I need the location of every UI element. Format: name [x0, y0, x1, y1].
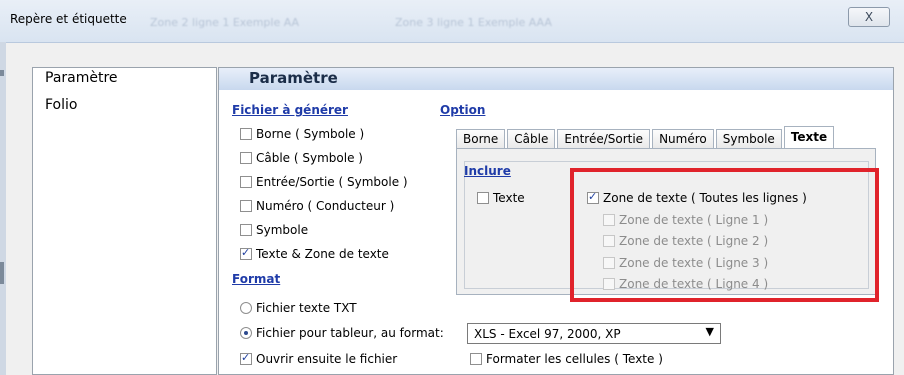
left-nav: Paramètre Folio: [32, 67, 217, 375]
window-edge-mark: [0, 262, 4, 284]
checkbox-cable[interactable]: Câble ( Symbole ): [240, 151, 363, 165]
checkbox[interactable]: [240, 128, 252, 140]
radio-label: Fichier pour tableur, au format:: [256, 326, 444, 340]
ghost-text: Zone 3 ligne 1 Exemple AAA: [395, 16, 552, 29]
checkbox-label: Symbole: [256, 223, 309, 237]
window-titlebar: Repère et étiquette Zone 2 ligne 1 Exemp…: [0, 0, 904, 43]
format-title: Format: [232, 272, 281, 286]
window-title: Repère et étiquette: [10, 12, 127, 26]
checkbox-label: Borne ( Symbole ): [256, 127, 365, 141]
tab-numero[interactable]: Numéro: [652, 129, 714, 148]
checkbox[interactable]: [240, 351, 252, 365]
checkbox-label: Formater les cellules ( Texte ): [486, 352, 663, 366]
tab-borne[interactable]: Borne: [456, 129, 506, 148]
checkbox-label: Texte & Zone de texte: [256, 247, 389, 261]
close-button[interactable]: X: [848, 7, 890, 27]
checkbox[interactable]: [240, 176, 252, 188]
tab-texte[interactable]: Texte: [783, 126, 835, 148]
window-edge: [0, 42, 6, 375]
checkbox-label: Ouvrir ensuite le fichier: [256, 352, 398, 366]
checkbox-label: Entrée/Sortie ( Symbole ): [256, 175, 408, 189]
highlight-box: [570, 168, 879, 302]
section-header: Paramètre: [219, 68, 893, 90]
radio-fichier-txt[interactable]: Fichier texte TXT: [240, 301, 357, 315]
format-select-value: XLS - Excel 97, 2000, XP: [474, 326, 621, 341]
radio-label: Fichier texte TXT: [256, 301, 357, 315]
checkbox[interactable]: [477, 192, 489, 204]
option-title: Option: [440, 103, 486, 117]
checkbox-texte-zone[interactable]: Texte & Zone de texte: [240, 246, 389, 261]
window-edge-mark: [0, 70, 4, 76]
nav-item-folio[interactable]: Folio: [45, 97, 77, 113]
checkbox-label: Texte: [493, 191, 525, 205]
checkbox-label: Numéro ( Conducteur ): [256, 199, 395, 213]
checkbox-borne[interactable]: Borne ( Symbole ): [240, 127, 364, 141]
checkbox-ouvrir[interactable]: Ouvrir ensuite le fichier: [240, 351, 398, 366]
checkbox-texte[interactable]: Texte: [477, 191, 525, 205]
inclure-title: Inclure: [464, 164, 511, 178]
format-select[interactable]: XLS - Excel 97, 2000, XP ▼: [467, 323, 721, 344]
tab-cable[interactable]: Câble: [507, 129, 556, 148]
radio[interactable]: [240, 327, 252, 339]
checkbox-label: Câble ( Symbole ): [256, 151, 363, 165]
checkbox-symbole[interactable]: Symbole: [240, 223, 308, 237]
radio[interactable]: [240, 302, 252, 314]
tab-entree-sortie[interactable]: Entrée/Sortie: [557, 129, 651, 148]
radio-fichier-tableur[interactable]: Fichier pour tableur, au format:: [240, 326, 444, 340]
tab-symbole[interactable]: Symbole: [715, 129, 782, 148]
page-title: Paramètre: [249, 69, 338, 87]
ghost-text: Zone 2 ligne 1 Exemple AA: [150, 16, 300, 29]
checkbox-numero[interactable]: Numéro ( Conducteur ): [240, 199, 394, 213]
checkbox[interactable]: [240, 224, 252, 236]
close-icon: X: [864, 10, 874, 24]
checkbox-entree-sortie[interactable]: Entrée/Sortie ( Symbole ): [240, 175, 408, 189]
fichier-title: Fichier à générer: [232, 103, 348, 117]
dropdown-arrow-icon: ▼: [705, 325, 714, 338]
checkbox-formater[interactable]: Formater les cellules ( Texte ): [470, 352, 663, 366]
nav-item-parametre[interactable]: Paramètre: [45, 70, 118, 86]
checkbox[interactable]: [240, 246, 252, 260]
checkbox[interactable]: [470, 353, 482, 365]
checkbox[interactable]: [240, 152, 252, 164]
checkbox[interactable]: [240, 200, 252, 212]
option-tabs: Borne Câble Entrée/Sortie Numéro Symbole…: [456, 126, 836, 148]
